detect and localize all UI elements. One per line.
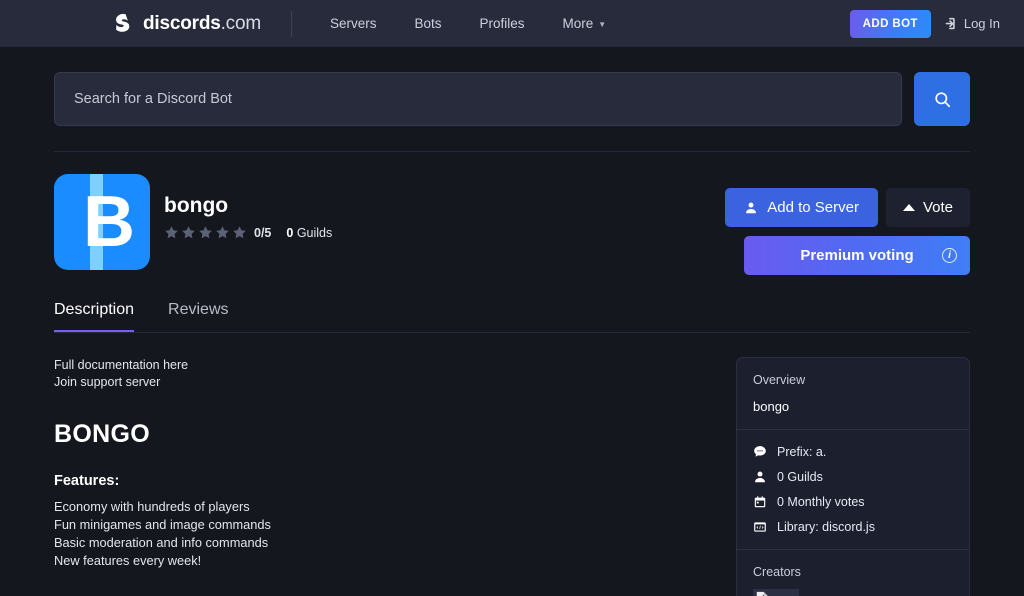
vote-button[interactable]: Vote: [885, 188, 970, 227]
nav-item-profiles-label: Profiles: [479, 16, 525, 31]
bot-avatar: B: [54, 174, 150, 270]
code-icon: [754, 522, 766, 532]
overview-section: Overview bongo: [737, 358, 969, 429]
vote-label: Vote: [922, 199, 953, 216]
brand-logo-link[interactable]: discords.com: [110, 12, 261, 36]
nav-item-servers-label: Servers: [329, 16, 377, 31]
chevron-down-icon: ▼: [598, 20, 607, 29]
discords-logo-icon: [116, 13, 130, 32]
overview-title: Overview: [753, 373, 806, 387]
nav-item-profiles[interactable]: Profiles: [480, 16, 525, 31]
info-row-monthly-votes-text: 0 Monthly votes: [777, 495, 865, 509]
nav-item-bots-label: Bots: [414, 16, 442, 31]
info-row-prefix-text: Prefix: a.: [777, 445, 827, 459]
up-arrow-icon: [902, 204, 915, 211]
brand-text: discords.com: [143, 13, 261, 35]
add-to-server-button[interactable]: Add to Server: [725, 188, 878, 227]
features-heading: Features:: [54, 472, 120, 489]
feature-item: Basic moderation and info commands: [54, 534, 269, 550]
avatar-letter: B: [83, 182, 135, 262]
support-server-link[interactable]: Join support server: [54, 374, 712, 391]
guilds-count-label: Guilds: [296, 225, 333, 240]
person-icon: [755, 471, 765, 483]
info-row-monthly-votes: 0 Monthly votes: [753, 495, 953, 509]
guilds-count-number: 0: [286, 225, 294, 240]
star-icon: [216, 226, 229, 239]
nav-links: Servers Bots Profiles More ▼: [330, 16, 606, 31]
login-arrow-icon: [945, 17, 955, 30]
nav-divider: [290, 10, 292, 37]
info-icon[interactable]: i: [942, 248, 957, 263]
creators-title: Creators: [753, 565, 801, 579]
star-icon: [165, 226, 178, 239]
overview-info-section: Prefix: a. 0 Guilds 0 Monthly votes Libr…: [737, 429, 969, 549]
info-row-library-text: Library: discord.js: [777, 520, 875, 534]
rating-stars[interactable]: [164, 225, 247, 240]
star-icon: [199, 226, 212, 239]
bot-name: bongo: [164, 194, 229, 217]
nav-item-bots[interactable]: Bots: [414, 16, 441, 31]
add-bot-button[interactable]: ADD BOT: [849, 9, 931, 38]
overview-card: Overview bongo Prefix: a. 0 Guilds 0 Mon…: [736, 357, 970, 596]
top-navbar: discords.com Servers Bots Profiles More …: [0, 0, 1024, 47]
broken-image-glyph: [756, 591, 768, 596]
bot-actions: Add to Server Vote Premium voting i: [725, 174, 970, 275]
tab-reviews[interactable]: Reviews: [168, 301, 228, 332]
person-icon: [746, 202, 757, 213]
main-content: Full documentation here Join support ser…: [54, 333, 970, 596]
bot-header: B bongo 0/5 0 Guilds Add to Server Vote …: [54, 152, 970, 275]
nav-item-servers[interactable]: Servers: [330, 16, 377, 31]
rating-value: 0/5: [254, 225, 272, 240]
sidebar-panel: Overview bongo Prefix: a. 0 Guilds 0 Mon…: [736, 357, 970, 596]
description-panel: Full documentation here Join support ser…: [54, 357, 712, 596]
tab-description[interactable]: Description: [54, 301, 135, 332]
brand-name: discords: [143, 12, 221, 34]
search-button[interactable]: [914, 72, 970, 126]
search-input[interactable]: [54, 72, 902, 126]
info-row-prefix: Prefix: a.: [753, 445, 953, 459]
info-row-guilds-text: 0 Guilds: [777, 470, 823, 484]
page-body: B bongo 0/5 0 Guilds: [0, 47, 1024, 596]
feature-item: New features every week!: [54, 552, 202, 568]
nav-item-more-label: More: [562, 16, 594, 31]
nav-right-group: ADD BOT Log In: [849, 9, 1000, 38]
bot-actions-row: Add to Server Vote: [725, 188, 970, 227]
feature-item: Economy with hundreds of players: [54, 498, 250, 514]
login-label: Log In: [963, 16, 1000, 31]
features-list: Economy with hundreds of players Fun min…: [54, 498, 712, 571]
guilds-count-inline: 0 Guilds: [286, 226, 332, 240]
content-tabs: Description Reviews: [54, 301, 970, 332]
bot-meta: bongo 0/5 0 Guilds: [164, 174, 332, 240]
search-icon: [934, 91, 950, 107]
login-link[interactable]: Log In: [945, 16, 1000, 31]
broken-image-icon: Bot: [753, 589, 799, 596]
star-icon: [182, 226, 195, 239]
info-row-guilds: 0 Guilds: [753, 470, 953, 484]
brand-tld: .com: [220, 12, 262, 34]
search-row: [54, 47, 970, 126]
creator-item[interactable]: Bot xmilad: [753, 589, 953, 596]
premium-voting-button[interactable]: Premium voting i: [744, 236, 970, 275]
calendar-icon: [754, 496, 766, 508]
chat-bubble-icon: [754, 446, 766, 457]
creators-section: Creators Bot xmilad: [737, 549, 969, 596]
bot-rating-row: 0/5 0 Guilds: [164, 225, 332, 240]
star-icon: [233, 226, 246, 239]
overview-bot-name: bongo: [753, 399, 790, 414]
info-row-library: Library: discord.js: [753, 520, 953, 534]
feature-item: Fun minigames and image commands: [54, 516, 271, 532]
nav-item-more[interactable]: More ▼: [563, 16, 607, 31]
add-to-server-label: Add to Server: [767, 199, 859, 216]
premium-voting-label: Premium voting: [800, 247, 914, 264]
documentation-link[interactable]: Full documentation here: [54, 357, 712, 374]
description-heading: BONGO: [54, 419, 150, 448]
